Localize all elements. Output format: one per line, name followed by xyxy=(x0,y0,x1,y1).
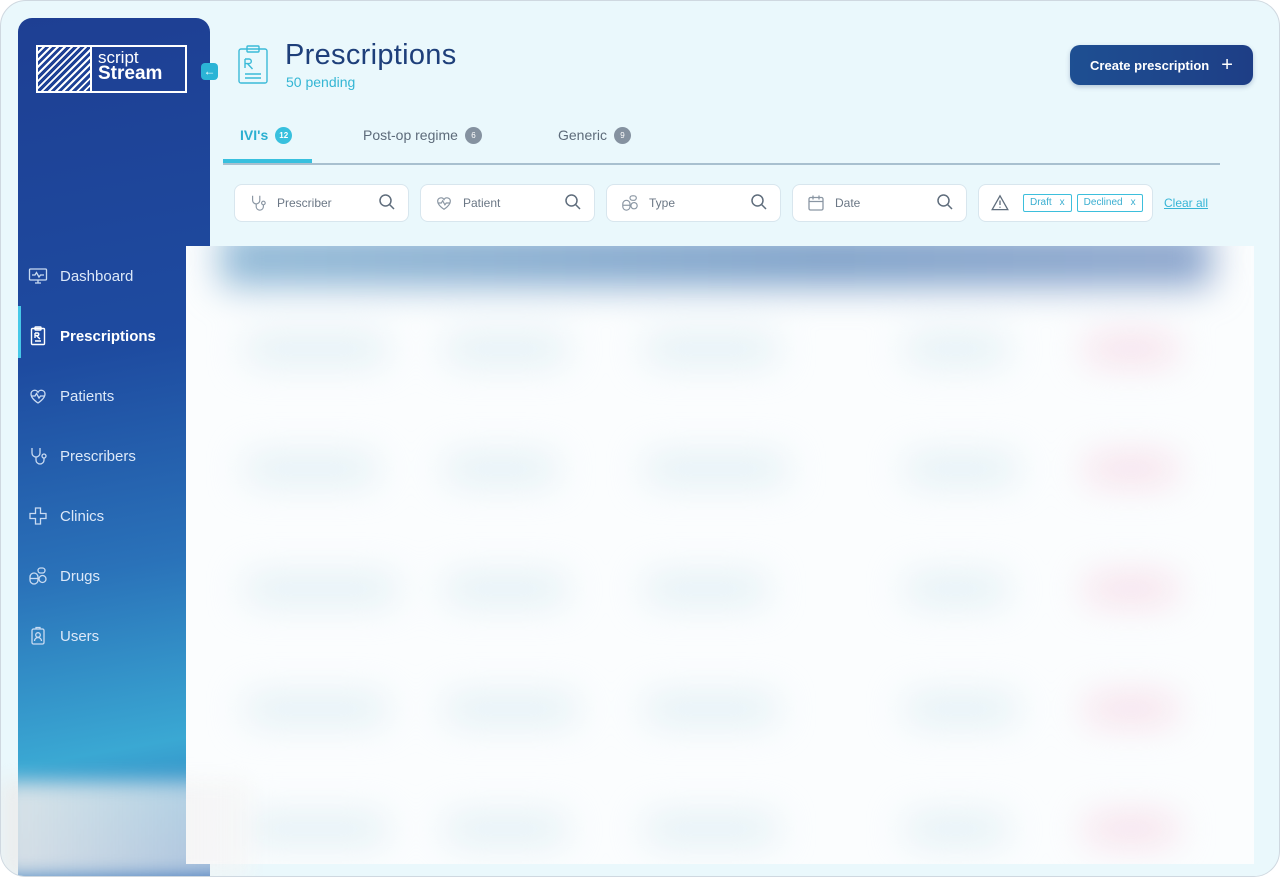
tab-post-op-regime[interactable]: Post-op regime 6 xyxy=(363,127,482,163)
logo-hatch-mark xyxy=(38,47,92,91)
sidebar-item-label: Clinics xyxy=(60,507,105,525)
table-header-blurred xyxy=(221,246,1211,286)
search-icon[interactable] xyxy=(936,193,954,214)
status-chip-declined[interactable]: Declined x xyxy=(1076,194,1143,212)
clear-all-link[interactable]: Clear all xyxy=(1164,196,1208,210)
tab-label: IVI's xyxy=(240,127,269,143)
patient-filter[interactable]: Patient xyxy=(420,184,595,222)
logo-bottom-text: Stream xyxy=(98,63,163,84)
remove-chip-icon[interactable]: x xyxy=(1131,197,1136,208)
pills-icon xyxy=(621,194,639,212)
page-title: Prescriptions xyxy=(285,39,457,71)
type-filter[interactable]: Type xyxy=(606,184,781,222)
prescriber-filter[interactable]: Prescriber xyxy=(234,184,409,222)
tab-count-badge: 12 xyxy=(275,127,293,144)
sidebar-item-dashboard[interactable]: Dashboard xyxy=(18,246,210,306)
search-icon[interactable] xyxy=(564,193,582,214)
search-icon[interactable] xyxy=(378,193,396,214)
warning-icon xyxy=(991,194,1009,212)
sidebar-item-label: Prescribers xyxy=(60,447,136,465)
heart-pulse-icon xyxy=(435,194,453,212)
create-prescription-button[interactable]: Create prescription + xyxy=(1070,45,1253,85)
tab-bar: IVI's 12 Post-op regime 6 Generic 9 xyxy=(223,119,1220,165)
bottom-left-fade xyxy=(1,781,251,876)
status-chip-draft[interactable]: Draft x xyxy=(1023,194,1072,212)
patient-filter-label: Patient xyxy=(463,196,501,210)
logo-text: script Stream xyxy=(92,47,162,91)
sidebar-item-users[interactable]: Users xyxy=(18,606,210,666)
calendar-icon xyxy=(807,194,825,212)
table-row xyxy=(226,696,1216,726)
tab-count-badge: 6 xyxy=(464,127,482,144)
create-prescription-label: Create prescription xyxy=(1090,57,1210,73)
collapse-sidebar-button[interactable]: ← xyxy=(201,63,218,80)
tab-label: Generic xyxy=(558,127,608,143)
sidebar-item-label: Dashboard xyxy=(60,267,134,285)
sidebar-item-label: Patients xyxy=(60,387,115,405)
plus-icon: + xyxy=(1221,54,1233,76)
monitor-icon xyxy=(28,266,48,286)
table-row xyxy=(226,456,1216,486)
sidebar-item-clinics[interactable]: Clinics xyxy=(18,486,210,546)
pending-count: 50 pending xyxy=(286,74,356,90)
sidebar-item-label: Prescriptions xyxy=(60,327,156,345)
heart-pulse-icon xyxy=(28,386,48,406)
arrow-left-icon: ← xyxy=(203,64,216,78)
sidebar-item-prescriptions[interactable]: Prescriptions xyxy=(18,306,210,366)
prescription-clipboard-icon xyxy=(237,45,269,90)
sidebar-item-drugs[interactable]: Drugs xyxy=(18,546,210,606)
app-logo[interactable]: script Stream xyxy=(36,45,187,93)
chip-label: Declined xyxy=(1083,197,1123,208)
prescriber-filter-label: Prescriber xyxy=(277,196,332,210)
app-window: script Stream Dashboard Prescriptions Pa… xyxy=(0,0,1280,877)
table-row xyxy=(226,576,1216,606)
table-row xyxy=(226,336,1216,366)
date-filter[interactable]: Date xyxy=(792,184,967,222)
table-row xyxy=(226,816,1216,846)
sidebar-nav: Dashboard Prescriptions Patients Prescri… xyxy=(18,246,210,666)
sidebar: script Stream Dashboard Prescriptions Pa… xyxy=(18,18,210,876)
blurred-table xyxy=(186,246,1254,864)
sidebar-item-patients[interactable]: Patients xyxy=(18,366,210,426)
chip-label: Draft xyxy=(1030,197,1052,208)
stethoscope-icon xyxy=(249,194,267,212)
sidebar-item-prescribers[interactable]: Prescribers xyxy=(18,426,210,486)
stethoscope-icon xyxy=(28,446,48,466)
tab-count-badge: 9 xyxy=(614,127,632,144)
tab-label: Post-op regime xyxy=(363,127,458,143)
tab-generic[interactable]: Generic 9 xyxy=(558,127,632,163)
date-filter-label: Date xyxy=(835,196,861,210)
status-filter[interactable]: Draft x Declined x xyxy=(978,184,1153,222)
pills-icon xyxy=(28,566,48,586)
active-tab-indicator xyxy=(223,159,312,163)
search-icon[interactable] xyxy=(750,193,768,214)
type-filter-label: Type xyxy=(649,196,676,210)
blurred-content xyxy=(186,246,1254,864)
medical-cross-icon xyxy=(28,506,48,526)
user-badge-icon xyxy=(28,626,48,646)
sidebar-item-label: Users xyxy=(60,627,100,645)
sidebar-item-label: Drugs xyxy=(60,567,101,585)
remove-chip-icon[interactable]: x xyxy=(1060,197,1065,208)
tab-ivis[interactable]: IVI's 12 xyxy=(240,127,293,163)
prescription-clipboard-icon xyxy=(28,326,48,346)
